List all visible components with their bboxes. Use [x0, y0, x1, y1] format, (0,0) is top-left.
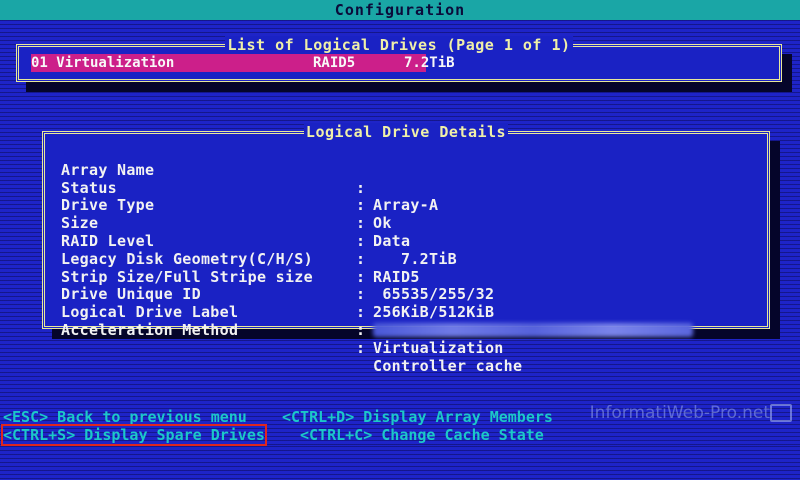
drive-size: 7.2TiB — [404, 55, 455, 71]
footer-hints-row-2: <CTRL+S> Display Spare Drives <CTRL+C> C… — [0, 424, 800, 480]
detail-row-array-name: Array Name : Array-A — [61, 144, 751, 214]
logical-drives-panel: List of Logical Drives (Page 1 of 1) 01 … — [16, 36, 782, 82]
detail-row-drive-type: Drive Type : Data — [61, 180, 751, 250]
redacted-blur — [373, 323, 693, 338]
drive-raid: RAID5 — [313, 55, 356, 71]
window-title: Configuration — [334, 0, 466, 20]
laptop-icon — [770, 404, 792, 422]
detail-label: Acceleration Method — [61, 320, 239, 339]
ctrl-s-display-spare-drives-hint[interactable]: <CTRL+S> Display Spare Drives — [1, 424, 267, 446]
detail-row-legacy-geometry: Legacy Disk Geometry(C/H/S) : 65535/255/… — [61, 233, 751, 303]
esc-back-hint[interactable]: <ESC> Back to previous menu — [3, 408, 247, 426]
detail-separator: : — [356, 338, 366, 357]
detail-value: Controller cache — [373, 356, 523, 375]
detail-row-drive-label: Logical Drive Label : Virtualization — [61, 286, 751, 356]
ctrl-d-display-array-members-hint[interactable]: <CTRL+D> Display Array Members — [282, 408, 553, 426]
logical-drives-title-text: List of Logical Drives (Page 1 of 1) — [225, 36, 573, 54]
logical-drives-panel-title: List of Logical Drives (Page 1 of 1) — [19, 36, 779, 54]
detail-value-redacted — [373, 322, 693, 340]
detail-value: Virtualization — [373, 338, 504, 357]
logical-drive-details-title-text: Logical Drive Details — [303, 123, 509, 141]
logical-drive-details-panel: Logical Drive Details Array Name : Array… — [42, 123, 770, 374]
details-list: Array Name : Array-A Status : Ok Drive T… — [61, 144, 751, 374]
detail-row-raid-level: RAID Level : RAID5 — [61, 215, 751, 285]
ctrl-c-change-cache-state-hint[interactable]: <CTRL+C> Change Cache State — [300, 426, 544, 444]
logical-drive-row-selected[interactable]: 01 Virtualization RAID5 7.2TiB — [31, 54, 455, 72]
logical-drive-details-title: Logical Drive Details — [45, 123, 767, 141]
detail-row-unique-id: Drive Unique ID : — [61, 269, 751, 338]
detail-row-strip-size: Strip Size/Full Stripe size : 256KiB/512… — [61, 251, 751, 321]
detail-separator: : — [356, 320, 366, 339]
detail-row-size: Size : 7.2TiB — [61, 197, 751, 267]
detail-row-acceleration: Acceleration Method : Controller cache — [61, 304, 751, 374]
drive-name: 01 Virtualization — [31, 55, 175, 71]
watermark-text: InformatiWeb-Pro.net — [589, 403, 770, 423]
detail-row-status: Status : Ok — [61, 162, 751, 232]
title-bar: Configuration — [0, 0, 800, 20]
